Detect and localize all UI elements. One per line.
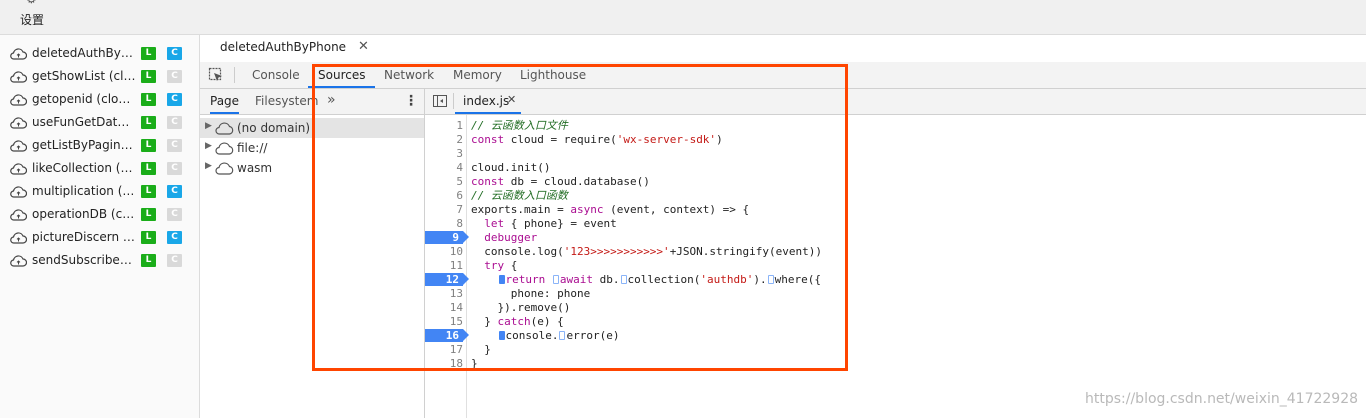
list-item[interactable]: deletedAuthByP... L C [0,43,199,65]
cloud-upload-icon [10,117,27,129]
cloud-debug-badge[interactable]: C [167,254,182,267]
cloud-debug-badge[interactable]: C [167,162,182,175]
toolbar-divider [234,67,235,83]
inspect-element-icon[interactable] [208,67,224,83]
local-debug-badge[interactable]: L [141,208,156,221]
list-item[interactable]: multiplication (cl... L C [0,181,199,203]
file-tab[interactable]: deletedAuthByPhone ✕ [210,35,369,62]
file-tab-bar: deletedAuthByPhone ✕ [200,35,1366,63]
cloud-debug-badge[interactable]: C [167,47,182,60]
list-item[interactable]: getShowList (clo... L C [0,66,199,88]
list-item[interactable]: sendSubscribeM... L C [0,250,199,272]
settings-label: 设置 [20,13,45,27]
function-name: getListByPaging ... [32,138,136,152]
list-item[interactable]: getListByPaging ... L C [0,135,199,157]
tab-console[interactable]: Console [242,62,310,88]
cloud-function-list: deletedAuthByP... L C getShowList (clo..… [0,35,200,418]
list-item[interactable]: operationDB (clo... L C [0,204,199,226]
cloud-debug-badge[interactable]: C [167,116,182,129]
cloud-upload-icon [10,163,27,175]
cloud-icon [215,162,234,175]
list-item[interactable]: getopenid (cloud... L C [0,89,199,111]
cloud-icon [215,122,234,135]
local-debug-badge[interactable]: L [141,93,156,106]
local-debug-badge[interactable]: L [141,139,156,152]
cloud-debug-badge[interactable]: C [167,139,182,152]
function-name: multiplication (cl... [32,184,136,198]
settings-button[interactable]: ⚙ 设置 [12,0,52,34]
cloud-upload-icon [10,209,27,221]
local-debug-badge[interactable]: L [141,185,156,198]
tab-page[interactable]: Page [210,89,240,114]
cloud-debug-badge[interactable]: C [167,185,182,198]
function-name: deletedAuthByP... [32,46,136,60]
local-debug-badge[interactable]: L [141,116,156,129]
cloud-upload-icon [10,186,27,198]
gear-icon: ⚙ [26,0,37,6]
highlight-annotation-box [312,64,848,371]
local-debug-badge[interactable]: L [141,47,156,60]
cloud-upload-icon [10,94,27,106]
cloud-upload-icon [10,232,27,244]
function-name: useFunGetData ... [32,115,136,129]
function-name: sendSubscribeM... [32,253,136,267]
watermark: https://blog.csdn.net/weixin_41722928 [1085,391,1359,407]
expand-arrow-icon[interactable]: ▶ [205,141,212,151]
expand-arrow-icon[interactable]: ▶ [205,121,212,131]
function-name: getopenid (cloud... [32,92,136,106]
function-name: pictureDiscern (c... [32,230,136,244]
cloud-debug-badge[interactable]: C [167,70,182,83]
tree-item-label: (no domain) [237,121,311,135]
cloud-upload-icon [10,255,27,267]
function-name: getShowList (clo... [32,69,136,83]
close-icon[interactable]: ✕ [358,39,369,54]
local-debug-badge[interactable]: L [141,231,156,244]
local-debug-badge[interactable]: L [141,70,156,83]
list-item[interactable]: likeCollection (cl... L C [0,158,199,180]
cloud-debug-badge[interactable]: C [167,208,182,221]
local-debug-badge[interactable]: L [141,254,156,267]
local-debug-badge[interactable]: L [141,162,156,175]
cloud-debug-badge[interactable]: C [167,93,182,106]
cloud-upload-icon [10,71,27,83]
tree-item-label: file:// [237,141,268,155]
cloud-upload-icon [10,48,27,60]
cloud-upload-icon [10,140,27,152]
function-name: likeCollection (cl... [32,161,136,175]
list-item[interactable]: pictureDiscern (c... L C [0,227,199,249]
cloud-debug-badge[interactable]: C [167,231,182,244]
expand-arrow-icon[interactable]: ▶ [205,161,212,171]
tree-item-label: wasm [237,161,273,175]
top-toolbar: ⚙ 设置 [0,0,1366,35]
cloud-icon [215,142,234,155]
tab-filesystem[interactable]: Filesystem [255,89,318,114]
function-name: operationDB (clo... [32,207,136,221]
file-tab-label: deletedAuthByPhone [220,40,347,54]
list-item[interactable]: useFunGetData ... L C [0,112,199,134]
